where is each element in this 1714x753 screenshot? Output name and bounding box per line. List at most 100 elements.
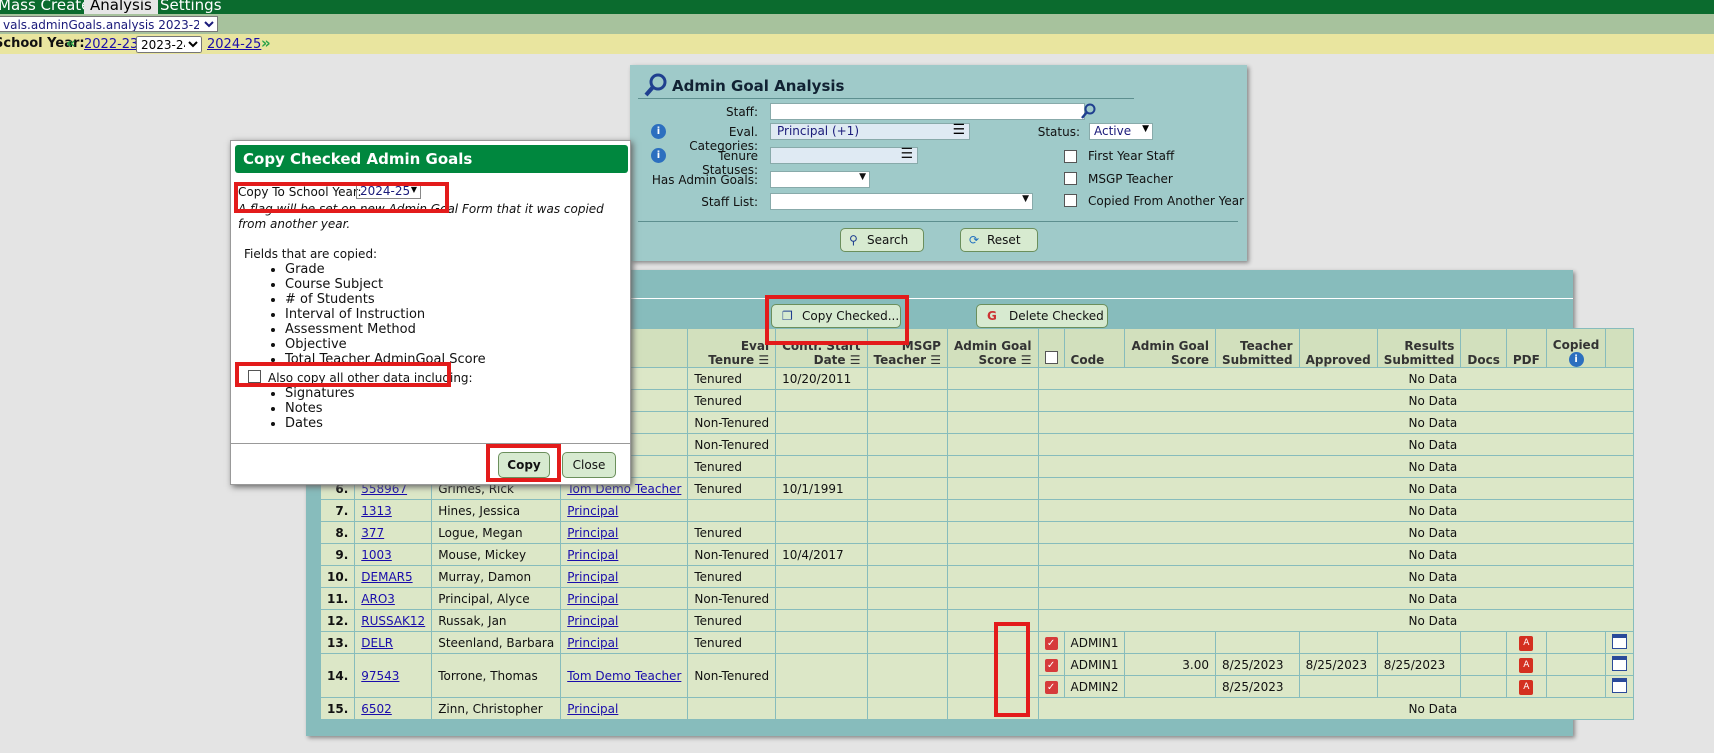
tab-settings[interactable]: Settings [154, 0, 228, 14]
copy-button[interactable]: Copy [498, 452, 550, 478]
chevron-right-icon[interactable]: » [261, 34, 271, 52]
teacher-submitted-header: Teacher Submitted [1216, 329, 1299, 367]
tab-analysis[interactable]: Analysis [84, 0, 158, 14]
docs-header: Docs [1461, 329, 1506, 367]
approved-header: Approved [1299, 329, 1377, 367]
staff-id-link[interactable]: 6502 [361, 702, 392, 716]
prev-year-link[interactable]: 2022-23 [84, 37, 138, 52]
hamburger-icon: ☰ [952, 122, 965, 138]
calendar-icon[interactable] [1612, 633, 1628, 649]
eval-category-link[interactable]: Principal [567, 702, 618, 716]
reset-button[interactable]: ⟳ Reset [960, 228, 1038, 252]
panel-title: Admin Goal Analysis [672, 77, 845, 95]
hamburger-icon: ☰ [900, 146, 913, 162]
next-year-link[interactable]: 2024-25 [207, 37, 261, 52]
has-admin-goals-select[interactable]: ▼ [770, 171, 870, 188]
staff-id-link[interactable]: ARO3 [361, 592, 395, 606]
calendar-icon[interactable] [1612, 655, 1628, 671]
staff-id-link[interactable]: 377 [361, 526, 384, 540]
calendar-icon[interactable] [1612, 677, 1628, 693]
copy-icon: ❐ [782, 309, 793, 323]
list-item: Notes [285, 401, 355, 416]
eval-categories-select[interactable]: Principal (+1) ☰ [770, 122, 970, 140]
search-button[interactable]: ⚲ Search [840, 228, 924, 252]
results-submitted-header: Results Submitted [1377, 329, 1461, 367]
search-icon: ⚲ [849, 233, 858, 247]
admin-goal-analysis-panel: Admin Goal Analysis Staff: i Eval. Categ… [630, 65, 1247, 261]
eval-category-link[interactable]: Principal [567, 592, 618, 606]
analysis-bar: vals.adminGoals.analysis 2023-24 [0, 14, 1714, 34]
refresh-icon: ⟳ [969, 233, 980, 247]
msgp-checkbox[interactable] [1064, 172, 1077, 185]
staff-id-link[interactable]: 1003 [361, 548, 392, 562]
pdf-icon[interactable]: A [1519, 680, 1534, 695]
staff-id-link[interactable]: 1313 [361, 504, 392, 518]
copied-fields-list: Grade Course Subject # of Students Inter… [267, 262, 486, 367]
copied-from-label: Copied From Another Year [1088, 194, 1245, 208]
eval-category-link[interactable]: Tom Demo Teacher [567, 669, 681, 683]
list-item: Signatures [285, 386, 355, 401]
also-copy-checkbox[interactable] [248, 370, 261, 383]
table-row: 10. DEMAR5 Murray, Damon Principal Tenured No… [321, 566, 1634, 587]
table-row: 9. 1003 Mouse, Mickey Principal Non-Tenured 1… [321, 544, 1634, 565]
tab-mass-create[interactable]: Mass Create [0, 0, 96, 14]
table-row: 15. 6502 Zinn, Christopher Principal No Data [321, 698, 1634, 719]
goal-checkbox[interactable]: ✓ [1044, 680, 1058, 694]
school-year-select[interactable]: 2023-24 [136, 36, 202, 53]
eval-category-link[interactable]: Principal [567, 548, 618, 562]
chevron-down-icon: ▼ [1142, 124, 1149, 134]
first-year-checkbox[interactable] [1064, 150, 1077, 163]
pdf-header: PDF [1506, 329, 1546, 367]
list-item: Total Teacher AdminGoal Score [285, 352, 486, 367]
eval-category-link[interactable]: Principal [567, 570, 618, 584]
list-item: # of Students [285, 292, 486, 307]
staff-id-link[interactable]: DELR [361, 636, 393, 650]
goal-checkbox[interactable]: ✓ [1044, 636, 1058, 650]
copied-from-checkbox[interactable] [1064, 194, 1077, 207]
chevron-down-icon: ▼ [410, 185, 417, 194]
search-icon[interactable] [1080, 103, 1096, 119]
pdf-icon[interactable]: A [1519, 636, 1534, 651]
staff-input[interactable] [770, 103, 1085, 120]
list-item: Course Subject [285, 277, 486, 292]
contr-start-header[interactable]: Contr. Start Date ☰ [776, 329, 867, 367]
eval-tenure-header[interactable]: Eval Tenure ☰ [688, 329, 776, 367]
staff-label: Staff: [726, 105, 758, 119]
select-all-checkbox[interactable] [1044, 351, 1058, 364]
school-year-bar: School Year: « 2022-23 2023-24 2024-25 » [0, 34, 1714, 54]
staff-list-select[interactable]: ▼ [770, 193, 1033, 210]
eval-categories-info-icon[interactable]: i [651, 124, 666, 139]
info-icon[interactable]: i [1568, 352, 1584, 367]
eval-category-link[interactable]: Principal [567, 636, 618, 650]
copied-header: Copied i [1546, 329, 1606, 367]
dialog-title: Copy Checked Admin Goals [235, 145, 628, 173]
ag-score-header: Admin Goal Score [1125, 329, 1215, 367]
staff-id-link[interactable]: 97543 [361, 669, 399, 683]
delete-checked-button[interactable]: G Delete Checked [976, 304, 1108, 328]
chevron-left-icon[interactable]: « [66, 34, 76, 52]
eval-category-link[interactable]: Principal [567, 614, 618, 628]
pdf-icon[interactable]: A [1519, 658, 1534, 673]
list-item: Assessment Method [285, 322, 486, 337]
eval-category-link[interactable]: Principal [567, 526, 618, 540]
msgp-header[interactable]: MSGP Teacher ☰ [867, 329, 947, 367]
staff-id-link[interactable]: DEMAR5 [361, 570, 412, 584]
status-label: Status: [1037, 125, 1080, 139]
staff-id-link[interactable]: RUSSAK12 [361, 614, 425, 628]
close-button[interactable]: Close [562, 452, 616, 478]
tenure-statuses-select[interactable]: ☰ [770, 146, 918, 164]
eval-category-link[interactable]: Principal [567, 504, 618, 518]
copy-to-year-select[interactable]: 2024-25 ▼ [356, 183, 421, 199]
table-row: 7. 1313 Hines, Jessica Principal No Data [321, 500, 1634, 521]
copy-to-label: Copy To School Year: [238, 185, 362, 199]
select-all-header[interactable] [1038, 329, 1064, 367]
analysis-select[interactable]: vals.adminGoals.analysis 2023-24 [0, 16, 218, 32]
table-row: 13. DELR Steenland, Barbara Principal Tenure… [321, 632, 1634, 653]
goal-checkbox[interactable]: ✓ [1044, 658, 1058, 672]
chevron-down-icon: ▼ [1022, 194, 1029, 204]
admin-goal-header[interactable]: Admin Goal Score ☰ [947, 329, 1038, 367]
copy-checked-button[interactable]: ❐ Copy Checked... [771, 304, 901, 328]
tenure-info-icon[interactable]: i [651, 148, 666, 163]
copy-note: A flag will be set on new Admin Goal For… [238, 202, 604, 216]
status-select[interactable]: Active ▼ [1089, 123, 1153, 140]
